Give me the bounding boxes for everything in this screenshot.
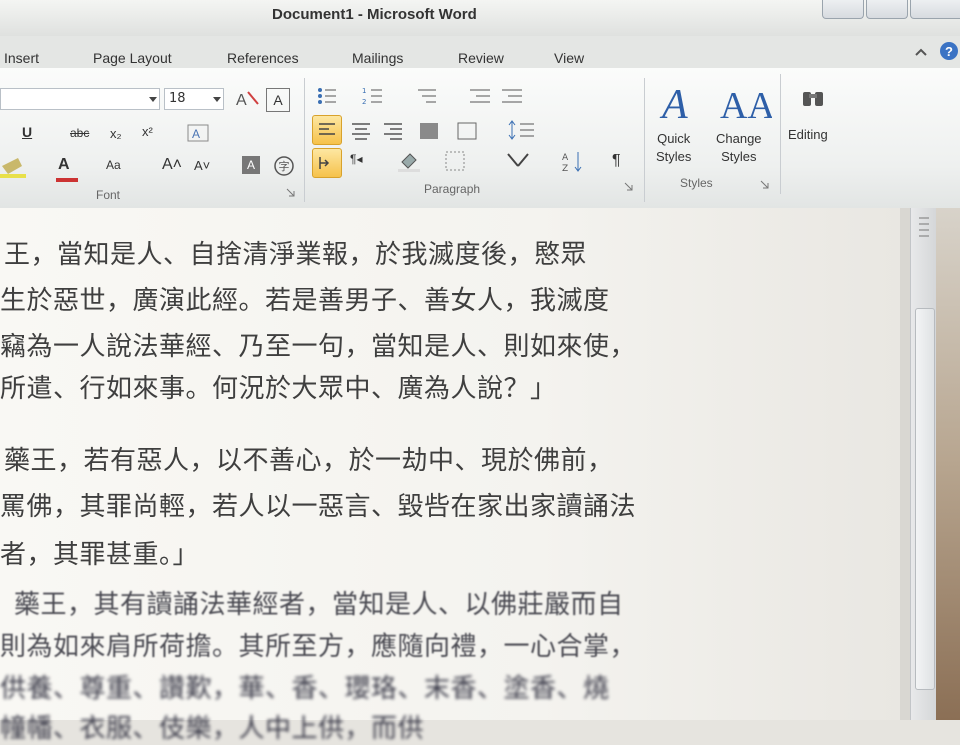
document-page[interactable]: 王，當知是人、自捨清淨業報，於我滅度後，愍眾生於惡世，廣演此經。若是善男子、善女…: [0, 208, 900, 744]
help-icon[interactable]: ?: [938, 40, 960, 62]
underline-icon[interactable]: U: [22, 124, 32, 140]
vertical-scrollbar[interactable]: [910, 208, 937, 720]
document-line[interactable]: 則為如來肩所荷擔。其所至方，應隨向禮，一心合掌，: [0, 626, 636, 663]
binoculars-icon[interactable]: [800, 84, 828, 114]
group-separator: [780, 74, 781, 194]
minimize-button[interactable]: [822, 0, 864, 19]
text-direction-button[interactable]: [312, 148, 342, 178]
tab-references[interactable]: References: [227, 50, 299, 66]
ruler-toggle-icon[interactable]: [917, 212, 931, 242]
enclose-characters-icon[interactable]: 字: [272, 154, 296, 178]
list-buttons-row: 12: [318, 87, 436, 106]
title-bar: Document1 - Microsoft Word: [0, 0, 960, 36]
alignment-buttons[interactable]: [350, 120, 480, 142]
document-line[interactable]: 王，當知是人、自捨清淨業報，於我滅度後，愍眾: [4, 234, 587, 271]
editing-button[interactable]: Editing: [788, 126, 828, 144]
borders-icon[interactable]: [444, 150, 466, 172]
tab-view[interactable]: View: [554, 50, 584, 66]
highlighter-icon[interactable]: [0, 154, 30, 180]
window-title: Document1 - Microsoft Word: [272, 6, 477, 23]
subscript-icon[interactable]: x₂: [110, 126, 122, 141]
maximize-button[interactable]: [866, 0, 908, 19]
document-line[interactable]: 罵佛，其罪尚輕，若人以一惡言、毀呰在家出家讀誦法: [0, 486, 636, 523]
superscript-icon[interactable]: x²: [142, 124, 153, 139]
dialog-launcher-icon[interactable]: [286, 188, 296, 198]
clear-formatting-icon[interactable]: A: [234, 86, 260, 112]
svg-text:Z: Z: [562, 164, 568, 174]
change-case-icon[interactable]: Aa: [106, 158, 121, 172]
ribbon-tabs: Insert Page Layout References Mailings R…: [0, 36, 960, 72]
indent-buttons[interactable]: [468, 84, 532, 108]
dialog-launcher-icon[interactable]: [760, 180, 770, 190]
character-border-icon[interactable]: A: [266, 88, 290, 112]
document-line[interactable]: 藥王，其有讀誦法華經者，當知是人、以佛莊嚴而自: [14, 584, 624, 621]
svg-text:A: A: [659, 82, 688, 128]
ribbon: 18 A A U abc x₂ x² A A Aa A˄ A˅ A 字 Font…: [0, 68, 960, 209]
svg-text:A: A: [236, 92, 247, 109]
styles-group-label: Styles: [680, 176, 713, 190]
close-button[interactable]: [910, 0, 960, 19]
svg-text:A: A: [562, 153, 569, 163]
font-name-box[interactable]: [0, 88, 160, 110]
tab-insert[interactable]: Insert: [4, 50, 39, 66]
asian-layout-icon[interactable]: [504, 148, 534, 172]
sort-icon[interactable]: AZ: [560, 148, 588, 174]
show-hide-marks-icon[interactable]: ¶: [612, 152, 621, 170]
ribbon-minimize-icon[interactable]: [912, 44, 930, 62]
align-left-button[interactable]: [312, 115, 342, 145]
scrollbar-thumb[interactable]: [915, 308, 935, 690]
tab-page-layout[interactable]: Page Layout: [93, 50, 172, 66]
document-line[interactable]: 幢幡、衣服、伎樂，人中上供，而供: [0, 708, 424, 745]
svg-text:AA: AA: [720, 85, 772, 127]
group-separator: [644, 78, 645, 202]
grow-font-icon[interactable]: A˄: [162, 156, 182, 174]
document-line[interactable]: 藥王，若有惡人，以不善心，於一劫中、現於佛前，: [4, 440, 614, 477]
svg-text:A: A: [192, 127, 200, 141]
document-line[interactable]: 竊為一人說法華經、乃至一句，當知是人、則如來使，: [0, 326, 636, 363]
line-spacing-icon[interactable]: [508, 118, 544, 142]
chevron-down-icon[interactable]: [148, 96, 158, 104]
rtl-icon[interactable]: ¶◂: [350, 152, 362, 166]
photo-edge: [936, 208, 960, 720]
shrink-font-icon[interactable]: A˅: [194, 158, 210, 173]
multilevel-list-icon: [418, 89, 436, 103]
document-line[interactable]: 供養、尊重、讚歎，華、香、瓔珞、末香、塗香、燒: [0, 668, 610, 705]
tab-review[interactable]: Review: [458, 50, 504, 66]
tab-mailings[interactable]: Mailings: [352, 50, 403, 66]
shading-icon[interactable]: [396, 148, 424, 174]
quick-styles-icon[interactable]: A: [658, 76, 708, 128]
group-separator: [304, 78, 305, 202]
document-line[interactable]: 者，其罪甚重。」: [0, 534, 199, 571]
character-shading-icon[interactable]: A: [242, 156, 260, 174]
document-area: 王，當知是人、自捨清淨業報，於我滅度後，愍眾生於惡世，廣演此經。若是善男子、善女…: [0, 208, 960, 744]
numbering-icon: 12: [362, 87, 382, 106]
font-color-swatch: [56, 178, 78, 182]
document-line[interactable]: 所遣、行如來事。何況於大眾中、廣為人說？」: [0, 368, 557, 405]
bullets-icon: [318, 88, 336, 104]
svg-text:?: ?: [945, 44, 953, 59]
change-styles-label[interactable]: Change Styles: [716, 130, 762, 166]
strikethrough-icon[interactable]: abc: [70, 126, 89, 140]
change-styles-icon[interactable]: AA: [716, 76, 772, 128]
svg-text:字: 字: [279, 159, 290, 173]
font-group-label: Font: [96, 188, 121, 202]
text-effects-icon[interactable]: A: [186, 122, 212, 146]
svg-text:2: 2: [362, 98, 366, 106]
font-color-icon[interactable]: A: [58, 156, 70, 174]
document-line[interactable]: 生於惡世，廣演此經。若是善男子、善女人，我滅度: [0, 280, 610, 317]
svg-text:1: 1: [362, 87, 366, 95]
dialog-launcher-icon[interactable]: [624, 182, 634, 192]
quick-styles-label[interactable]: Quick Styles: [656, 130, 691, 166]
chevron-down-icon[interactable]: [212, 96, 222, 104]
paragraph-group-label: Paragraph: [424, 182, 481, 196]
